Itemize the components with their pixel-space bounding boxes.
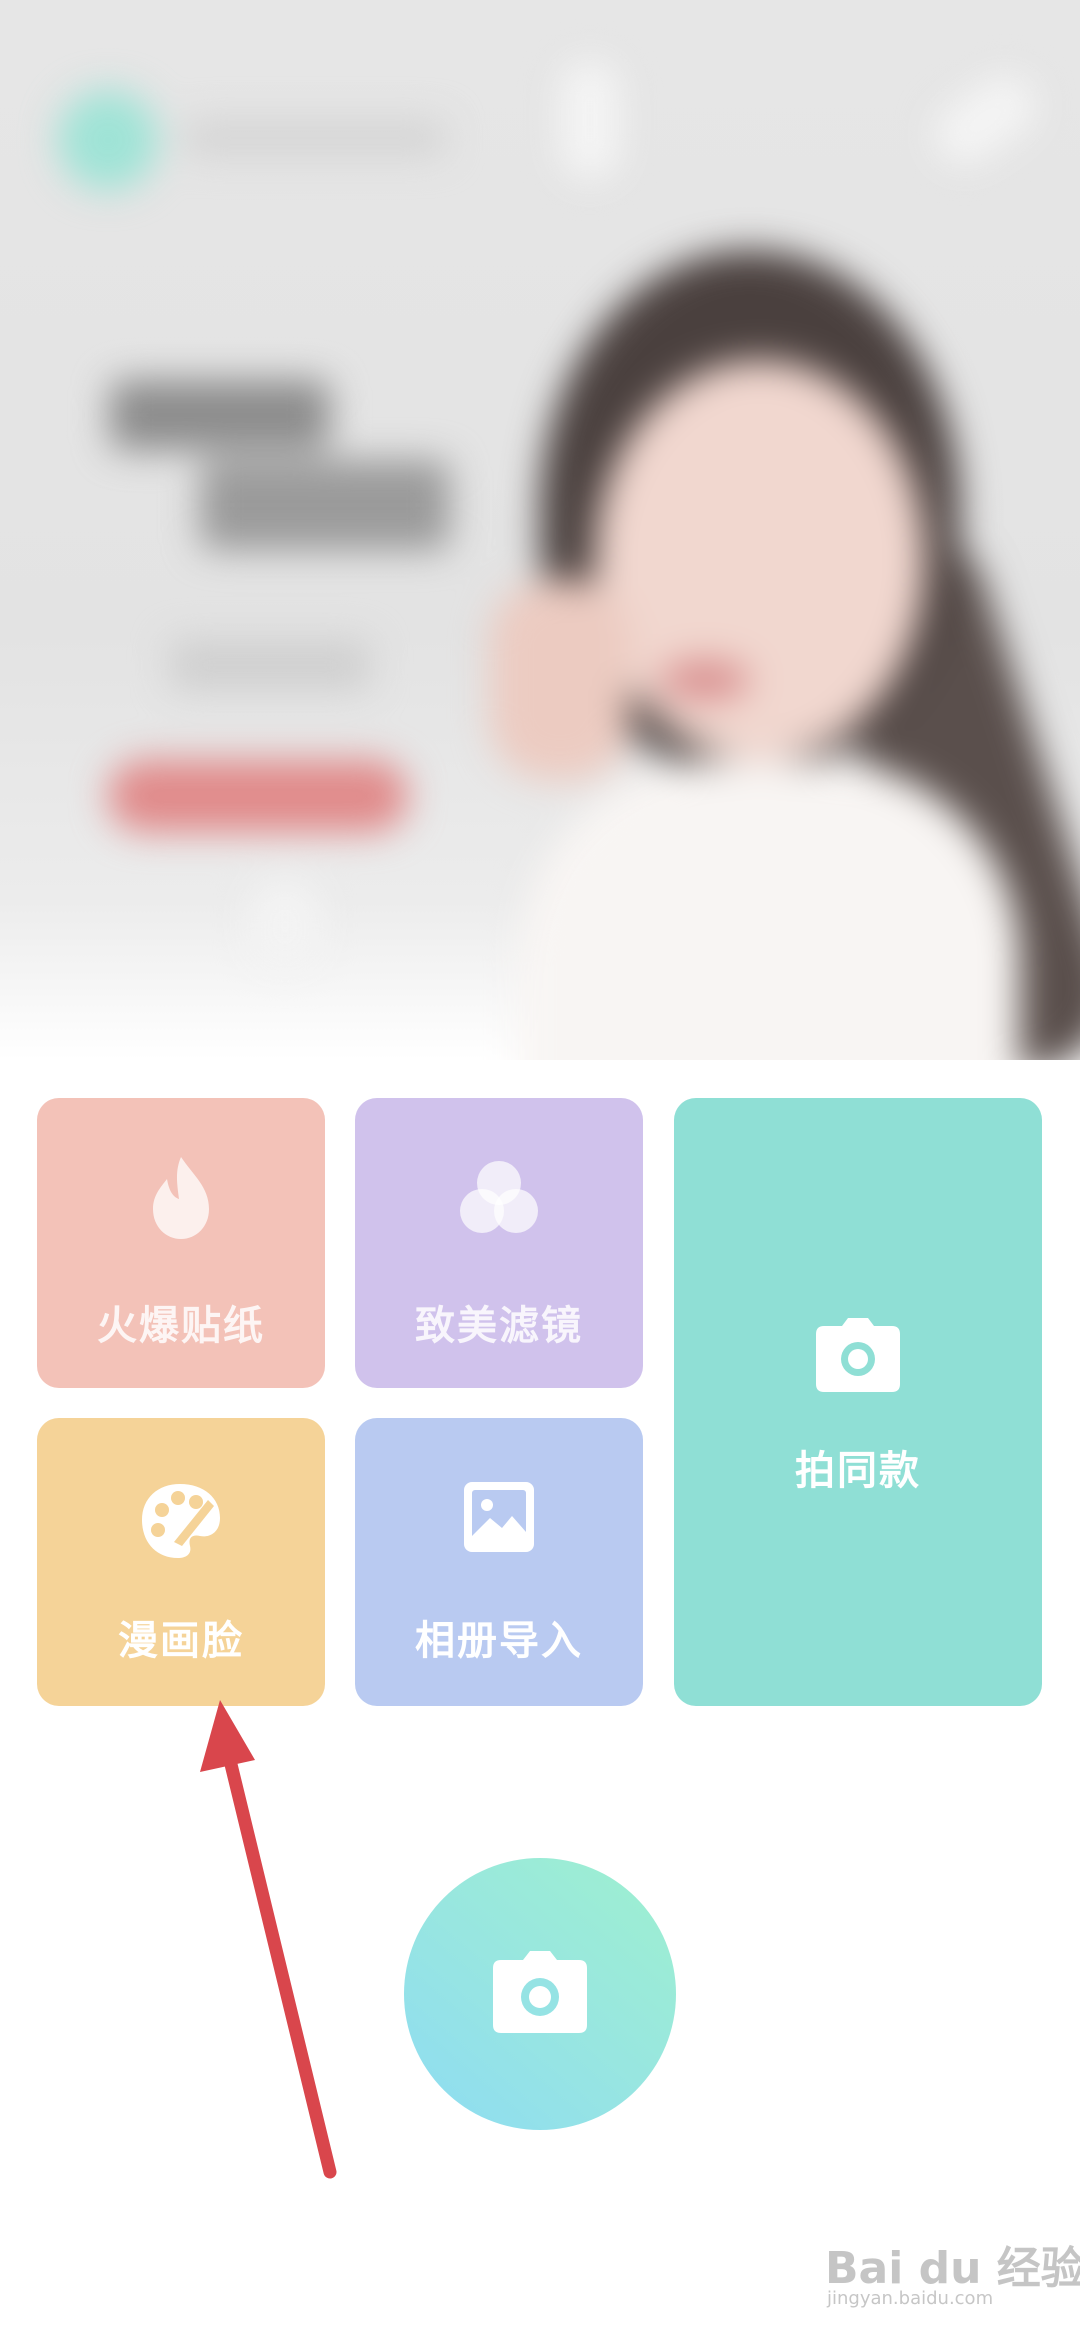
camera-icon bbox=[816, 1318, 900, 1396]
shutter-button[interactable] bbox=[404, 1858, 676, 2130]
promo-banner[interactable] bbox=[0, 0, 1080, 1060]
album-import-tile[interactable]: 相册导入 bbox=[355, 1418, 643, 1706]
same-style-label: 拍同款 bbox=[795, 1448, 921, 1494]
sticker-label: 火爆贴纸 bbox=[97, 1303, 265, 1349]
filter-label: 致美滤镜 bbox=[415, 1303, 583, 1349]
comic-face-label: 漫画脸 bbox=[118, 1618, 244, 1664]
same-style-tile[interactable]: 拍同款 bbox=[674, 1098, 1042, 1706]
camera-home-screen: 火爆贴纸 致美滤镜 拍同款 漫画脸 相册导入 Bai du 经验 jingyan… bbox=[0, 0, 1080, 2340]
filter-circles-icon bbox=[454, 1153, 544, 1247]
sticker-tile[interactable]: 火爆贴纸 bbox=[37, 1098, 325, 1388]
banner-image bbox=[0, 0, 1080, 1060]
flame-icon bbox=[141, 1153, 221, 1247]
camera-icon bbox=[493, 1951, 587, 2037]
comic-face-tile[interactable]: 漫画脸 bbox=[37, 1418, 325, 1706]
album-import-label: 相册导入 bbox=[415, 1618, 583, 1664]
watermark-text: Bai du 经验 bbox=[825, 2243, 1080, 2294]
palette-icon bbox=[138, 1480, 224, 1564]
watermark-url: jingyan.baidu.com bbox=[827, 2288, 994, 2309]
image-icon bbox=[462, 1480, 536, 1558]
filter-tile[interactable]: 致美滤镜 bbox=[355, 1098, 643, 1388]
watermark-logo: Bai du 经验 jingyan.baidu.com bbox=[825, 2222, 1080, 2309]
